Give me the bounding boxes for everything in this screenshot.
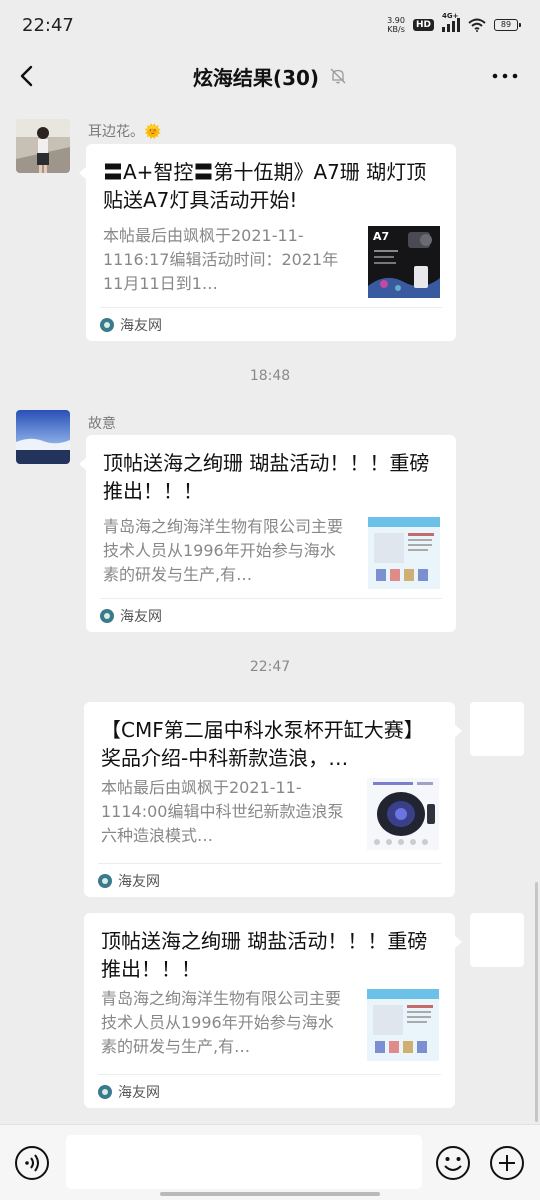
avatar[interactable] <box>16 410 70 464</box>
card-source: 海友网 <box>100 307 442 341</box>
back-icon[interactable] <box>14 62 42 90</box>
home-indicator[interactable] <box>160 1192 380 1196</box>
self-avatar[interactable] <box>470 913 524 967</box>
source-icon <box>98 1084 112 1099</box>
network-speed: 3.90 KB/s <box>387 16 405 34</box>
source-icon <box>100 317 114 332</box>
card-description: 青岛海之绚海洋生物有限公司主要技术人员从1996年开始参与海水素的研发与生产,有… <box>103 517 344 584</box>
emoji-icon[interactable] <box>435 1145 471 1181</box>
card-title: 顶帖送海之绚珊 瑚盐活动！！！重磅推出！！！ <box>101 929 428 981</box>
battery-icon: 89 <box>494 19 521 31</box>
self-avatar[interactable] <box>470 702 524 756</box>
input-bar <box>0 1124 540 1200</box>
message-input[interactable] <box>66 1135 422 1189</box>
source-icon <box>98 873 112 888</box>
muted-bell-icon <box>330 68 346 84</box>
chat-header: 炫海结果(30) <box>0 50 540 102</box>
status-time: 22:47 <box>22 14 74 36</box>
wifi-icon <box>468 18 486 32</box>
link-card[interactable]: 〓A+智控〓第十伍期》A7珊 瑚灯顶贴送A7灯具活动开始! 本帖最后由飒枫于20… <box>79 144 456 341</box>
sender-name: 故意 <box>88 416 116 432</box>
card-source: 海友网 <box>100 598 442 632</box>
card-thumbnail <box>367 778 439 850</box>
avatar[interactable] <box>16 119 70 173</box>
card-title: 顶帖送海之绚珊 瑚盐活动！！！重磅推出！！！ <box>103 451 430 503</box>
link-card[interactable]: 顶帖送海之绚珊 瑚盐活动！！！重磅推出！！！ 青岛海之绚海洋生物有限公司主要技术… <box>84 913 462 1108</box>
chat-title: 炫海结果(30) <box>192 65 320 90</box>
scrollbar[interactable] <box>535 882 538 1122</box>
status-bar: 22:47 3.90 KB/s HD 4G+ 89 <box>0 0 540 50</box>
card-thumbnail <box>367 989 439 1061</box>
svg-text:A7: A7 <box>373 230 389 243</box>
card-description: 青岛海之绚海洋生物有限公司主要技术人员从1996年开始参与海水素的研发与生产,有… <box>101 989 342 1056</box>
card-description: 本帖最后由飒枫于2021-11-1114:00编辑中科世纪新款造浪泵六种造浪模式… <box>101 778 344 845</box>
plus-icon[interactable] <box>489 1145 525 1181</box>
status-indicators: 3.90 KB/s HD 4G+ 89 <box>387 12 521 34</box>
hd-icon: HD <box>412 19 434 31</box>
link-card[interactable]: 【CMF第二届中科水泵杯开缸大赛】奖品介绍-中科新款造浪，… 本帖最后由飒枫于2… <box>84 702 462 897</box>
card-title: 【CMF第二届中科水泵杯开缸大赛】奖品介绍-中科新款造浪，… <box>101 718 424 770</box>
source-name: 海友网 <box>118 1084 160 1101</box>
card-thumbnail <box>368 517 440 589</box>
source-name: 海友网 <box>118 873 160 890</box>
voice-icon[interactable] <box>14 1145 50 1181</box>
source-name: 海友网 <box>120 317 162 334</box>
card-source: 海友网 <box>98 863 441 897</box>
time-divider: 22:47 <box>249 659 291 675</box>
cellular-signal-icon: 4G+ <box>442 12 460 32</box>
card-thumbnail: A7 <box>368 226 440 298</box>
card-title: 〓A+智控〓第十伍期》A7珊 瑚灯顶贴送A7灯具活动开始! <box>103 160 427 212</box>
link-card[interactable]: 顶帖送海之绚珊 瑚盐活动！！！重磅推出！！！ 青岛海之绚海洋生物有限公司主要技术… <box>79 435 456 632</box>
card-description: 本帖最后由飒枫于2021-11-1116:17编辑活动时间：2021年11月11… <box>103 226 339 293</box>
sender-name: 耳边花。🌞 <box>88 124 162 140</box>
source-name: 海友网 <box>120 608 162 625</box>
source-icon <box>100 608 114 623</box>
time-divider: 18:48 <box>249 368 291 384</box>
more-icon[interactable] <box>490 64 520 88</box>
card-source: 海友网 <box>98 1074 441 1108</box>
